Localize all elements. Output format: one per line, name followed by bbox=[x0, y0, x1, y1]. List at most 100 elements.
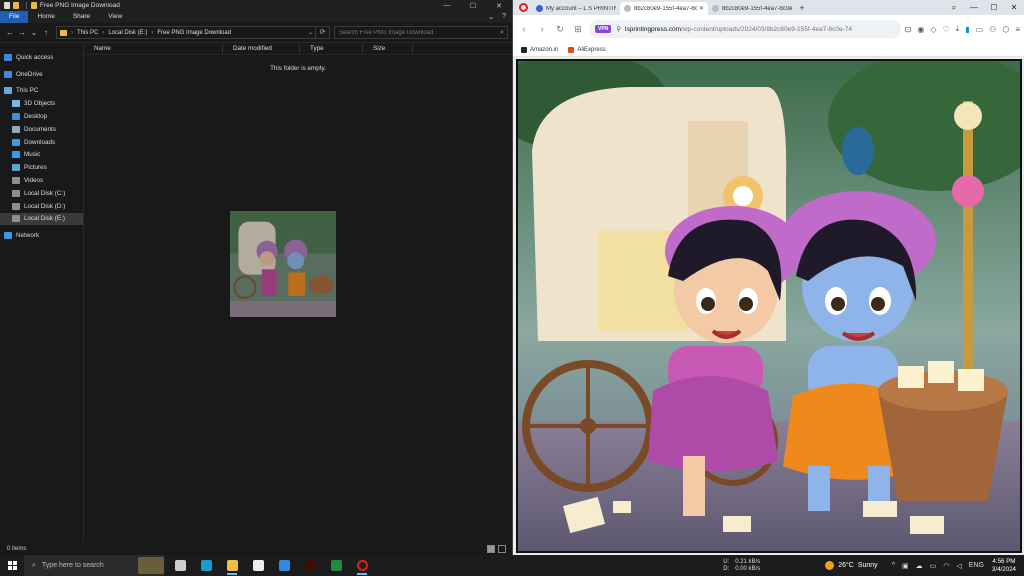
clock[interactable]: 4:56 PM 3/4/2024 bbox=[992, 558, 1016, 574]
breadcrumb-this-pc[interactable]: This PC bbox=[77, 30, 98, 36]
breadcrumb-current-folder[interactable]: Free PNG Image Download bbox=[157, 30, 231, 36]
taskbar-app-task-view[interactable] bbox=[168, 555, 192, 576]
tab-share[interactable]: Share bbox=[64, 11, 99, 23]
sidebar-item-this-pc[interactable]: This PC bbox=[0, 85, 83, 98]
heart-icon[interactable]: ♡ bbox=[942, 25, 949, 34]
taskbar-app-illustrator[interactable] bbox=[298, 555, 322, 576]
taskbar-app-mail[interactable] bbox=[272, 555, 296, 576]
tab-view[interactable]: View bbox=[99, 11, 131, 23]
site-info-icon[interactable]: ⚲ bbox=[616, 25, 621, 33]
column-size[interactable]: Size bbox=[363, 43, 413, 54]
close-button[interactable]: ✕ bbox=[1004, 3, 1024, 12]
onedrive-tray-icon[interactable]: ☁ bbox=[916, 562, 923, 570]
start-button[interactable] bbox=[0, 555, 24, 576]
taskbar-app-store[interactable] bbox=[246, 555, 270, 576]
wifi-icon[interactable]: ◠ bbox=[943, 562, 949, 570]
displayed-image[interactable] bbox=[516, 59, 1022, 553]
wallet-icon[interactable]: ▭ bbox=[976, 25, 984, 34]
sidebar-item-videos[interactable]: Videos bbox=[0, 174, 83, 187]
large-icons-view-icon[interactable] bbox=[498, 544, 506, 553]
sidebar-item-network[interactable]: Network bbox=[0, 229, 83, 242]
sidebar-item-pictures[interactable]: Pictures bbox=[0, 161, 83, 174]
download-icon[interactable]: ⤓ bbox=[956, 24, 960, 34]
weather-widget[interactable]: 26°C Sunny bbox=[825, 561, 878, 570]
back-button[interactable]: ← bbox=[4, 28, 16, 37]
column-name[interactable]: Name bbox=[84, 43, 223, 54]
expand-ribbon-icon[interactable]: ⌄ bbox=[488, 13, 494, 21]
new-folder-icon[interactable] bbox=[13, 2, 19, 9]
close-tab-icon[interactable]: ✕ bbox=[699, 5, 704, 12]
speed-dial-icon[interactable]: ⊞ bbox=[571, 24, 585, 35]
tray-app-icon[interactable]: ▣ bbox=[902, 562, 909, 570]
sidebar-item-desktop[interactable]: Desktop bbox=[0, 110, 83, 123]
sidebar-item-3d-objects[interactable]: 3D Objects bbox=[0, 97, 83, 110]
address-dropdown-icon[interactable]: ⌄ bbox=[306, 29, 315, 36]
menu-icon[interactable]: ≡ bbox=[1015, 25, 1020, 34]
sidebar-item-label: Quick access bbox=[16, 53, 54, 61]
opera-icon bbox=[356, 560, 368, 571]
shield-icon[interactable]: ◇ bbox=[930, 25, 936, 34]
sidebar-item-music[interactable]: Music bbox=[0, 149, 83, 162]
column-date-modified[interactable]: Date modified bbox=[223, 43, 300, 54]
url-bar[interactable]: VPN ⚲ lsprintingpress.com /wp-content/up… bbox=[589, 20, 901, 38]
back-button[interactable]: ‹ bbox=[517, 24, 531, 34]
vpn-badge[interactable]: VPN bbox=[595, 25, 612, 33]
taskbar-app-file-explorer[interactable] bbox=[220, 555, 244, 576]
tab-search-icon[interactable]: ⌕ bbox=[944, 3, 964, 13]
battery-icon[interactable]: ▭ bbox=[930, 562, 937, 570]
sidebar-item-local-disk-c[interactable]: Local Disk (C:) bbox=[0, 187, 83, 200]
sidebar-item-quick-access[interactable]: Quick access bbox=[0, 51, 83, 64]
new-tab-button[interactable]: + bbox=[796, 2, 808, 15]
address-bar[interactable]: › This PC › Local Disk (E:) › Free PNG I… bbox=[56, 26, 316, 39]
search-box[interactable]: ⌕ bbox=[334, 26, 508, 39]
sidebar-item-local-disk-e[interactable]: Local Disk (E:) bbox=[0, 212, 83, 226]
camera-icon[interactable]: ◉ bbox=[917, 25, 924, 34]
tab-file[interactable]: File bbox=[0, 11, 29, 23]
sidebar-item-label: Videos bbox=[24, 177, 44, 185]
taskbar-app-edge[interactable] bbox=[194, 555, 218, 576]
details-view-icon[interactable] bbox=[487, 544, 495, 553]
refresh-button[interactable]: ⟳ bbox=[316, 26, 330, 39]
bookmark-aliexpress[interactable]: AliExpress bbox=[568, 46, 606, 53]
bookmark-amazon[interactable]: Amazon.in bbox=[521, 46, 558, 53]
search-highlight-icon[interactable] bbox=[138, 557, 164, 574]
maximize-button[interactable]: ☐ bbox=[460, 2, 486, 10]
tab-image-active[interactable]: 8b2c80e9-155f-4ea7-8c0e ✕ bbox=[620, 2, 708, 15]
minimize-button[interactable]: — bbox=[964, 3, 984, 12]
sidebar-item-onedrive[interactable]: OneDrive bbox=[0, 68, 83, 81]
taskbar-app-sheets[interactable] bbox=[324, 555, 348, 576]
taskbar-app-opera[interactable] bbox=[350, 555, 374, 576]
clock-date: 3/4/2024 bbox=[991, 565, 1016, 573]
volume-icon[interactable]: ◁ bbox=[956, 562, 961, 570]
forward-button[interactable]: → bbox=[16, 28, 28, 37]
maximize-button[interactable]: ☐ bbox=[984, 3, 1004, 12]
opera-menu-icon[interactable] bbox=[519, 3, 528, 12]
sidebar-item-downloads[interactable]: Downloads bbox=[0, 136, 83, 149]
account-icon[interactable]: ⚇ bbox=[989, 25, 996, 34]
column-type[interactable]: Type bbox=[300, 43, 363, 54]
box-icon[interactable]: ⬡ bbox=[1002, 25, 1009, 34]
up-button[interactable]: ↑ bbox=[40, 28, 52, 37]
drive-icon bbox=[12, 189, 20, 197]
close-button[interactable]: ✕ bbox=[486, 2, 512, 10]
taskbar-search-box[interactable]: ⌕ Type here to search bbox=[24, 555, 164, 576]
battery-icon[interactable]: ▮ bbox=[965, 25, 969, 34]
search-input[interactable] bbox=[339, 29, 501, 36]
sidebar-item-documents[interactable]: Documents bbox=[0, 123, 83, 136]
drag-image-thumbnail[interactable] bbox=[230, 211, 336, 317]
tab-home[interactable]: Home bbox=[28, 11, 63, 23]
properties-icon[interactable] bbox=[4, 2, 10, 9]
screenshot-icon[interactable]: ⊡ bbox=[905, 25, 912, 34]
minimize-button[interactable]: — bbox=[434, 2, 460, 10]
help-icon[interactable]: ? bbox=[502, 13, 506, 21]
breadcrumb-local-disk-e[interactable]: Local Disk (E:) bbox=[108, 30, 147, 36]
sidebar-item-local-disk-d[interactable]: Local Disk (D:) bbox=[0, 200, 83, 213]
language-indicator[interactable]: ENG bbox=[969, 562, 984, 569]
show-hidden-icons-chevron[interactable]: ^ bbox=[892, 562, 895, 569]
recent-locations-button[interactable]: ⌄ bbox=[28, 28, 40, 37]
tab-my-account[interactable]: My account – L S PRINTING bbox=[532, 2, 620, 15]
forward-button[interactable]: › bbox=[535, 24, 549, 34]
tab-image-2[interactable]: 8b2c80e9-155f-4ea7-8c0e bbox=[708, 2, 796, 15]
reload-button[interactable]: ↻ bbox=[553, 24, 567, 35]
task-view-icon bbox=[174, 560, 186, 571]
